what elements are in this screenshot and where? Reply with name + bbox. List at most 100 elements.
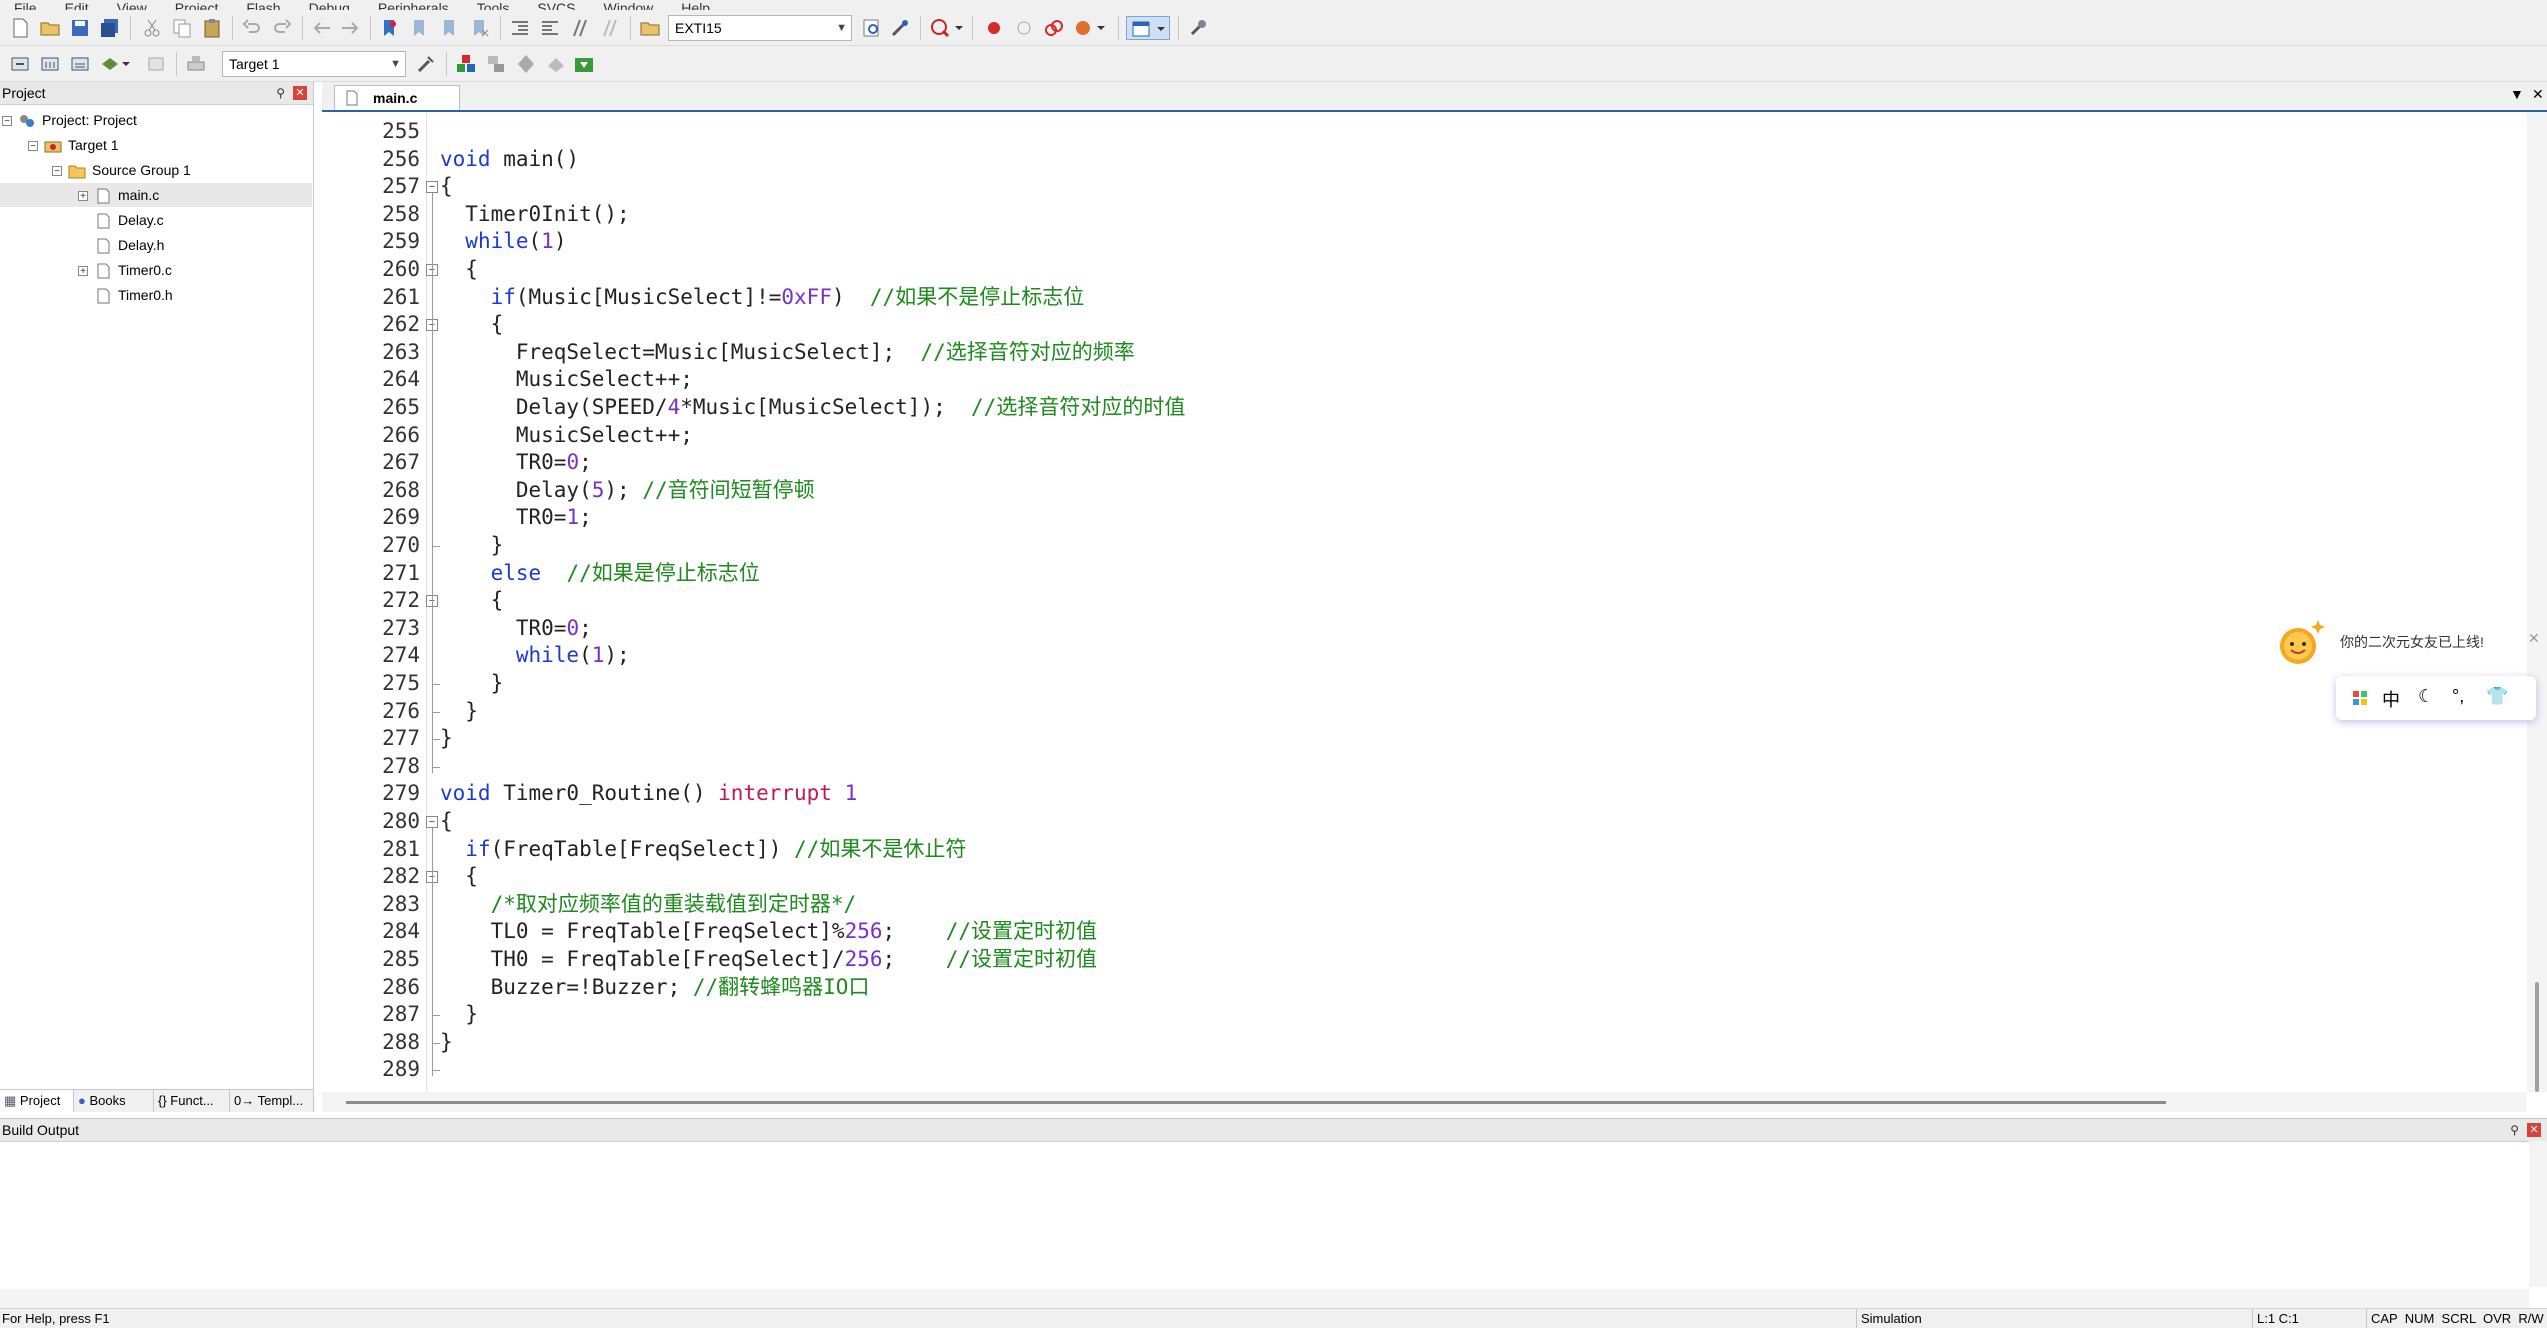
target-options-icon[interactable]: [414, 52, 438, 76]
close-tab-icon[interactable]: ✕: [2532, 86, 2544, 103]
undo-icon[interactable]: [240, 16, 264, 40]
tab-list-dropdown-icon[interactable]: ▼: [2510, 86, 2524, 102]
clear-bookmarks-icon[interactable]: [468, 16, 492, 40]
find-icon[interactable]: [860, 16, 884, 40]
code-line[interactable]: {: [440, 808, 453, 836]
code-line[interactable]: }: [440, 1029, 453, 1057]
close-icon[interactable]: ✕: [2527, 1123, 2541, 1137]
build-icon[interactable]: [38, 52, 62, 76]
tab-main-c[interactable]: main.c: [334, 85, 460, 110]
code-line[interactable]: Buzzer=!Buzzer; //翻转蜂鸣器IO口: [440, 974, 870, 1002]
file-extensions-icon[interactable]: [484, 52, 508, 76]
code-line[interactable]: }: [440, 1001, 478, 1029]
code-line[interactable]: {: [440, 587, 504, 615]
code-line[interactable]: }: [440, 725, 453, 753]
prev-bookmark-icon[interactable]: [408, 16, 432, 40]
select-packs-icon[interactable]: [514, 52, 538, 76]
paste-icon[interactable]: [200, 16, 224, 40]
kill-breakpoints-icon[interactable]: [1042, 16, 1066, 40]
rebuild-icon[interactable]: [68, 52, 92, 76]
vertical-scrollbar[interactable]: [2527, 112, 2547, 1092]
code-line[interactable]: }: [440, 670, 504, 698]
punctuation-toggle[interactable]: °,: [2452, 686, 2464, 707]
batch-build-icon[interactable]: [98, 52, 134, 76]
code-line[interactable]: TL0 = FreqTable[FreqSelect]%256; //设置定时初…: [440, 918, 1097, 946]
tree-item-source-group[interactable]: − Source Group 1: [52, 158, 191, 182]
horizontal-scrollbar[interactable]: [0, 1289, 2529, 1309]
code-line[interactable]: {: [440, 863, 478, 891]
tree-item-delay-c[interactable]: Delay.c: [94, 208, 164, 232]
cut-icon[interactable]: [140, 16, 164, 40]
windows-logo-icon[interactable]: [2352, 690, 2368, 706]
code-line[interactable]: while(1): [440, 228, 566, 256]
ime-floating-widget[interactable]: 你的二次元女友已上线! ✕ 中 ☾ °, 👕: [2276, 610, 2546, 740]
collapse-icon[interactable]: −: [52, 166, 62, 177]
expand-icon[interactable]: +: [78, 191, 88, 202]
redo-icon[interactable]: [270, 16, 294, 40]
debug-session-icon[interactable]: [928, 16, 964, 40]
breakpoint-disable-icon[interactable]: [1012, 16, 1036, 40]
configure-icon[interactable]: [888, 16, 912, 40]
code-line[interactable]: while(1);: [440, 642, 630, 670]
navigate-forward-icon[interactable]: [338, 16, 362, 40]
tab-functions[interactable]: {} Funct...: [154, 1090, 230, 1112]
code-line[interactable]: TR0=0;: [440, 449, 592, 477]
find-in-files-icon[interactable]: [638, 16, 662, 40]
code-line[interactable]: TH0 = FreqTable[FreqSelect]/256; //设置定时初…: [440, 946, 1097, 974]
tree-item-main-c[interactable]: + main.c: [0, 183, 312, 207]
horizontal-scrollbar[interactable]: [322, 1092, 2527, 1112]
software-packs-icon[interactable]: [544, 52, 568, 76]
save-all-icon[interactable]: [98, 16, 122, 40]
code-line[interactable]: Timer0Init();: [440, 201, 629, 229]
code-line[interactable]: MusicSelect++;: [440, 422, 693, 450]
tab-books[interactable]: ● Books: [74, 1090, 154, 1112]
settings-wrench-icon[interactable]: [1186, 16, 1210, 40]
tree-item-project[interactable]: − Project: Project: [2, 108, 137, 132]
unindent-icon[interactable]: [538, 16, 562, 40]
code-line[interactable]: if(FreqTable[FreqSelect]) //如果不是休止符: [440, 836, 966, 864]
pin-icon[interactable]: ⚲: [2510, 1119, 2519, 1141]
save-icon[interactable]: [68, 16, 92, 40]
breakpoint-icon[interactable]: [982, 16, 1006, 40]
vertical-scrollbar[interactable]: [2529, 1141, 2547, 1287]
collapse-icon[interactable]: −: [28, 141, 38, 152]
bookmark-icon[interactable]: [378, 16, 402, 40]
code-line[interactable]: {: [440, 311, 504, 339]
download-icon[interactable]: [184, 52, 208, 76]
ime-chinese-toggle[interactable]: 中: [2382, 686, 2400, 712]
fold-toggle-icon[interactable]: −: [426, 816, 438, 828]
translate-icon[interactable]: [8, 52, 32, 76]
code-line[interactable]: if(Music[MusicSelect]!=0xFF) //如果不是停止标志位: [440, 284, 1085, 312]
moon-icon[interactable]: ☾: [2418, 686, 2434, 707]
code-line[interactable]: /*取对应频率值的重装载值到定时器*/: [440, 891, 857, 919]
pack-installer-icon[interactable]: [572, 52, 596, 76]
tab-project[interactable]: ▦ Project: [0, 1090, 74, 1112]
comment-icon[interactable]: [568, 16, 592, 40]
code-line[interactable]: }: [440, 532, 504, 560]
code-line[interactable]: TR0=0;: [440, 615, 592, 643]
next-bookmark-icon[interactable]: [438, 16, 462, 40]
tree-item-delay-h[interactable]: Delay.h: [94, 233, 164, 257]
target-combo[interactable]: Target 1 ▼: [222, 51, 406, 77]
window-layout-icon[interactable]: [1126, 16, 1170, 40]
manage-components-icon[interactable]: [454, 52, 478, 76]
code-line[interactable]: void Timer0_Routine() interrupt 1: [440, 780, 857, 808]
tree-item-target[interactable]: − Target 1: [28, 133, 119, 157]
options-dropdown-icon[interactable]: [1072, 16, 1108, 40]
collapse-icon[interactable]: −: [2, 116, 12, 127]
close-icon[interactable]: ✕: [293, 86, 307, 100]
close-icon[interactable]: ✕: [2528, 630, 2540, 647]
code-line[interactable]: MusicSelect++;: [440, 366, 693, 394]
pin-icon[interactable]: ⚲: [276, 82, 285, 104]
navigate-back-icon[interactable]: [310, 16, 334, 40]
code-line[interactable]: Delay(SPEED/4*Music[MusicSelect]); //选择音…: [440, 394, 1185, 422]
indent-icon[interactable]: [508, 16, 532, 40]
skin-shirt-icon[interactable]: 👕: [2486, 686, 2508, 707]
code-line[interactable]: }: [440, 698, 478, 726]
copy-icon[interactable]: [170, 16, 194, 40]
fold-toggle-icon[interactable]: −: [426, 181, 438, 194]
scroll-thumb[interactable]: [2535, 982, 2539, 1092]
tree-item-timer0-h[interactable]: Timer0.h: [94, 283, 173, 307]
code-area[interactable]: 255 256 257 258 259 260 261 262 263 264 265 266 267 2…: [322, 112, 2527, 1092]
code-line[interactable]: Delay(5); //音符间短暂停顿: [440, 477, 815, 505]
